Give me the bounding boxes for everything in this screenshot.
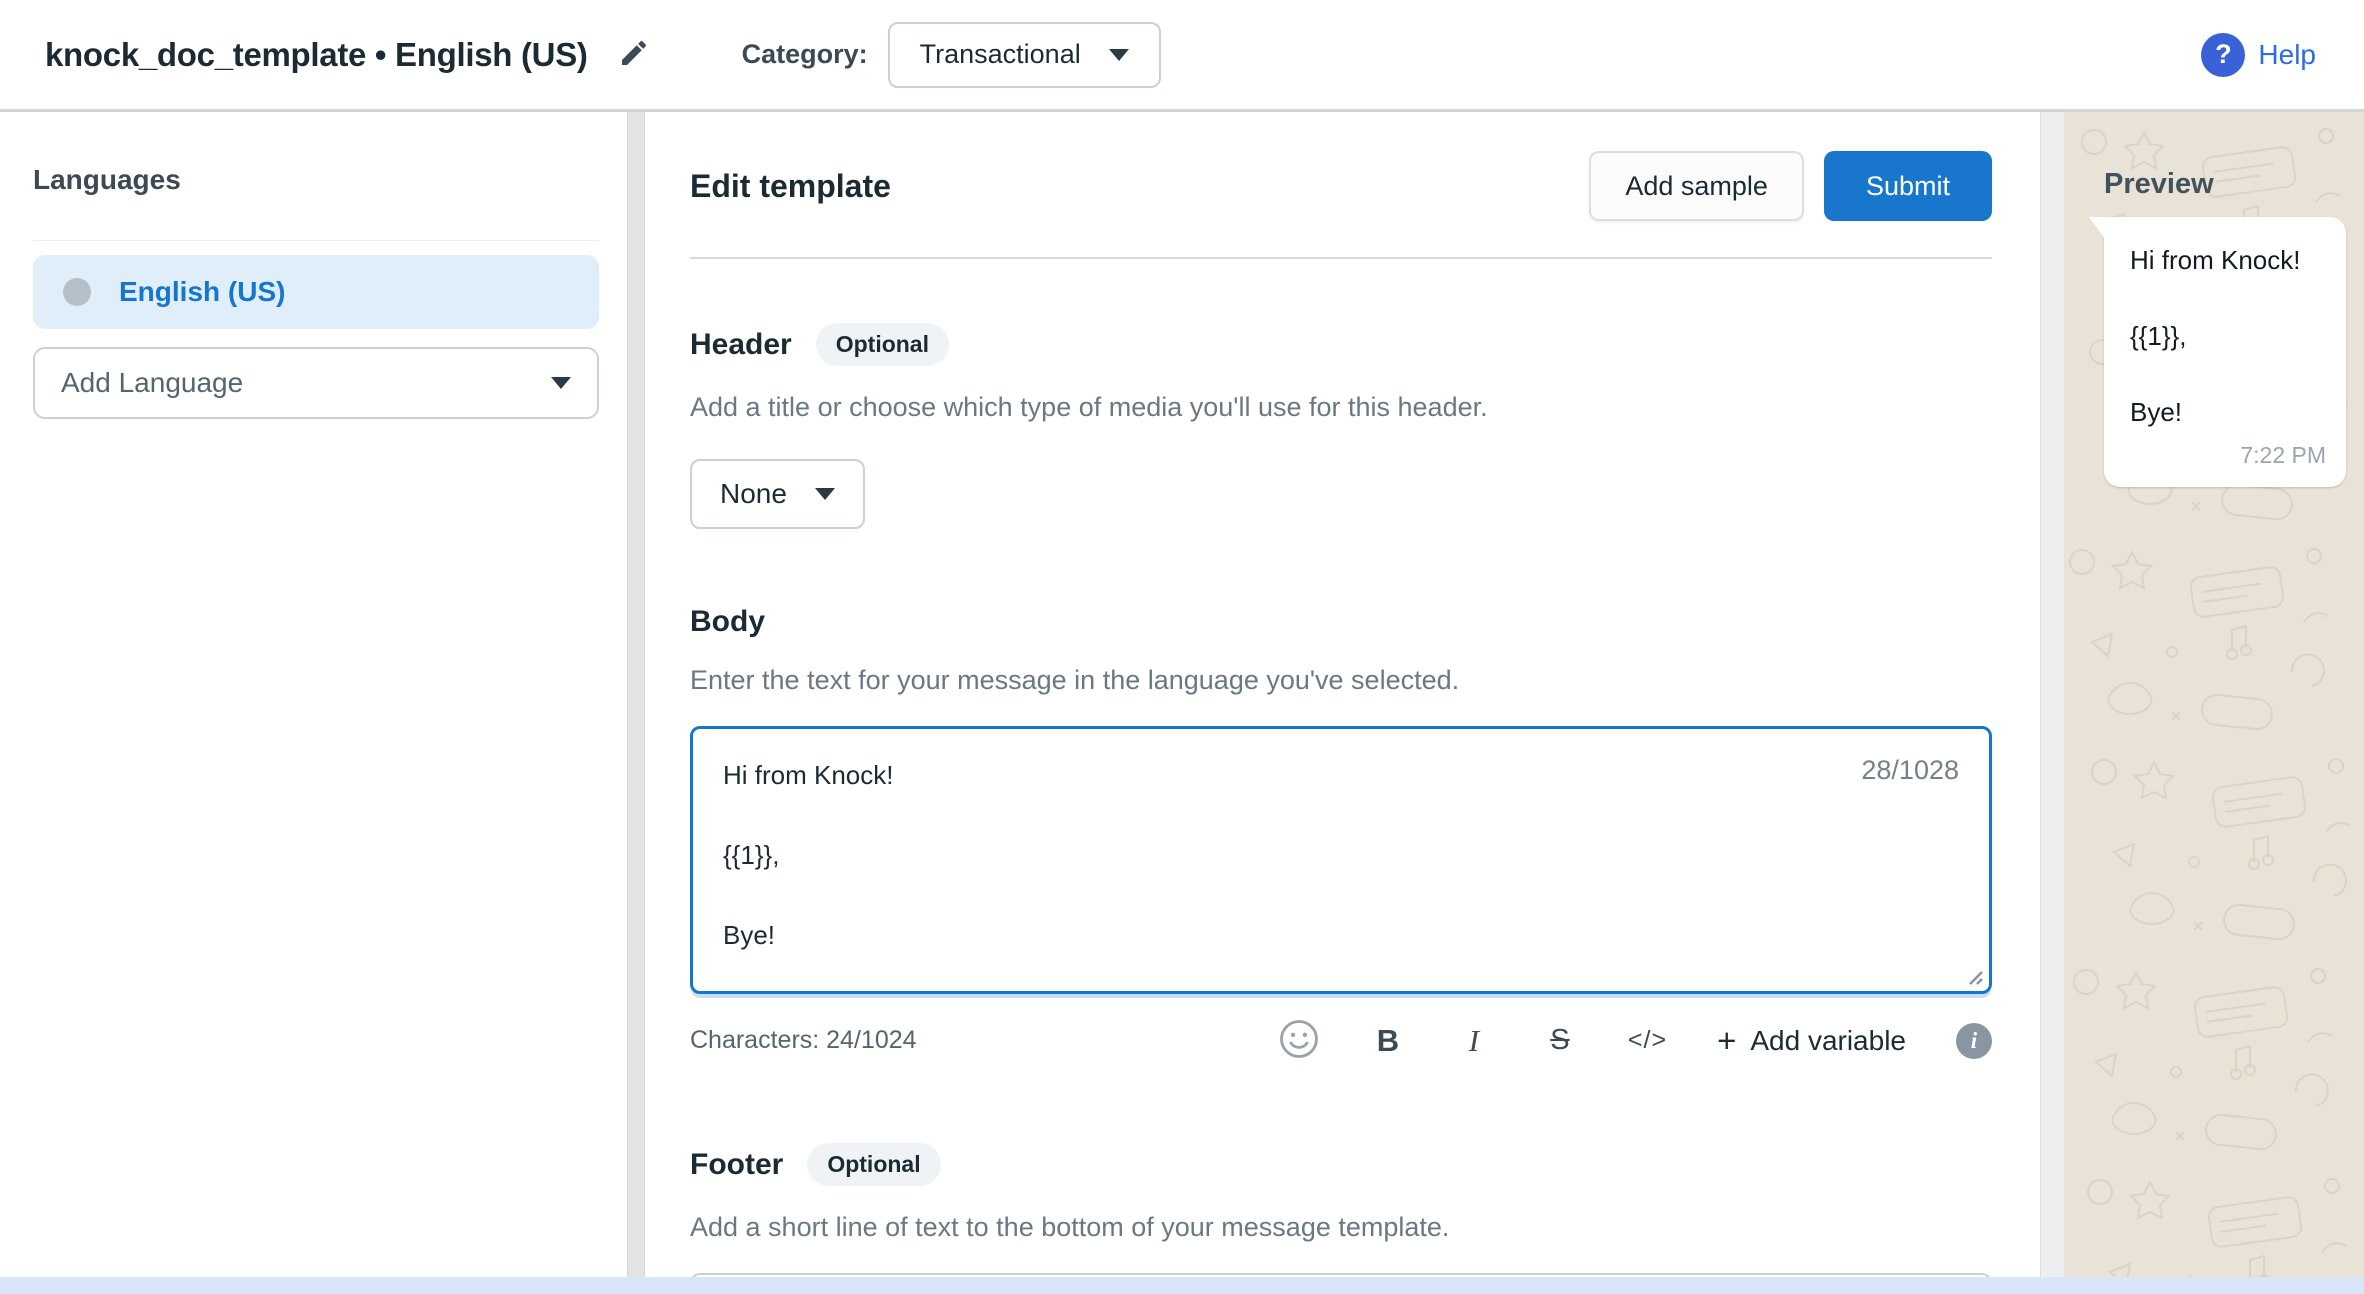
add-sample-button[interactable]: Add sample — [1589, 151, 1804, 221]
help-link[interactable]: ? Help — [2201, 33, 2316, 77]
preview-heading: Preview — [2104, 168, 2364, 201]
strikethrough-button[interactable]: S — [1542, 1024, 1578, 1057]
section-divider — [690, 257, 1992, 259]
add-variable-label: Add variable — [1750, 1025, 1906, 1057]
template-editor: Edit template Add sample Submit Header O… — [645, 112, 2040, 1291]
character-count: Characters: 24/1024 — [690, 1026, 917, 1055]
language-status-dot-icon — [63, 278, 91, 306]
pencil-icon — [618, 37, 650, 72]
preview-message-text: Hi from Knock! {{1}}, Bye! — [2130, 241, 2322, 431]
main-row: Languages English (US) Add Language Edit… — [0, 112, 2364, 1291]
bubble-tail — [2089, 217, 2105, 239]
header-section-description: Add a title or choose which type of medi… — [690, 392, 1992, 423]
editor-header-row: Edit template Add sample Submit — [690, 150, 1992, 222]
preview-message-bubble: Hi from Knock! {{1}}, Bye! 7:22 PM — [2104, 217, 2346, 487]
header-section-heading-row: Header Optional — [690, 323, 1992, 366]
sidebar-scrollbar[interactable] — [627, 112, 645, 1291]
add-variable-button[interactable]: + Add variable — [1717, 1022, 1906, 1060]
smiley-icon — [1278, 1018, 1320, 1063]
optional-badge: Optional — [816, 323, 949, 366]
add-language-dropdown[interactable]: Add Language — [33, 347, 599, 419]
category-label: Category: — [742, 39, 868, 70]
bottom-scroll-strip — [0, 1277, 2364, 1294]
editor-actions: Add sample Submit — [1589, 151, 1992, 221]
footer-section-description: Add a short line of text to the bottom o… — [690, 1212, 1992, 1243]
info-icon[interactable]: i — [1956, 1023, 1992, 1059]
body-section-heading-row: Body — [690, 605, 1992, 639]
language-label: English (US) — [119, 276, 285, 308]
language-list: English (US) — [33, 240, 599, 329]
formatting-toolbar: B I S </> + Add variable i — [1278, 1018, 1992, 1063]
resize-handle[interactable] — [1962, 964, 1984, 986]
editor-scrollbar[interactable] — [2040, 112, 2064, 1291]
body-textarea-container: Hi from Knock! {{1}}, Bye! 28/1028 — [690, 726, 1992, 994]
preview-timestamp: 7:22 PM — [2240, 442, 2326, 469]
add-language-label: Add Language — [61, 367, 243, 399]
sidebar-item-english-us[interactable]: English (US) — [33, 255, 599, 329]
optional-badge: Optional — [807, 1143, 940, 1186]
code-button[interactable]: </> — [1628, 1026, 1667, 1055]
footer-section-title: Footer — [690, 1148, 783, 1182]
chevron-down-icon — [1109, 49, 1129, 61]
chevron-down-icon — [551, 377, 571, 389]
body-textarea[interactable]: Hi from Knock! {{1}}, Bye! — [693, 729, 1989, 991]
template-title: knock_doc_template • English (US) — [45, 36, 588, 74]
languages-sidebar: Languages English (US) Add Language — [0, 112, 627, 1291]
plus-icon: + — [1717, 1022, 1736, 1060]
bold-button[interactable]: B — [1370, 1023, 1406, 1059]
body-section-title: Body — [690, 605, 765, 639]
header-media-dropdown[interactable]: None — [690, 459, 865, 529]
languages-heading: Languages — [33, 164, 599, 196]
header-media-value: None — [720, 478, 787, 510]
chevron-down-icon — [815, 488, 835, 500]
category-value: Transactional — [920, 39, 1081, 70]
edit-title-button[interactable] — [618, 37, 650, 72]
body-meta-row: Characters: 24/1024 B I S </> — [690, 1018, 1992, 1063]
category-dropdown[interactable]: Transactional — [888, 22, 1161, 88]
emoji-button[interactable] — [1278, 1018, 1320, 1063]
preview-panel: Preview Hi from Knock! {{1}}, Bye! 7:22 … — [2064, 112, 2364, 1291]
submit-button[interactable]: Submit — [1824, 151, 1992, 221]
editor-title: Edit template — [690, 168, 891, 205]
footer-section-heading-row: Footer Optional — [690, 1143, 1992, 1186]
help-icon: ? — [2201, 33, 2245, 77]
header-section-title: Header — [690, 328, 792, 362]
italic-button[interactable]: I — [1456, 1023, 1492, 1059]
top-bar: knock_doc_template • English (US) Catego… — [0, 0, 2364, 112]
body-section-description: Enter the text for your message in the l… — [690, 665, 1992, 696]
help-label: Help — [2258, 39, 2316, 71]
